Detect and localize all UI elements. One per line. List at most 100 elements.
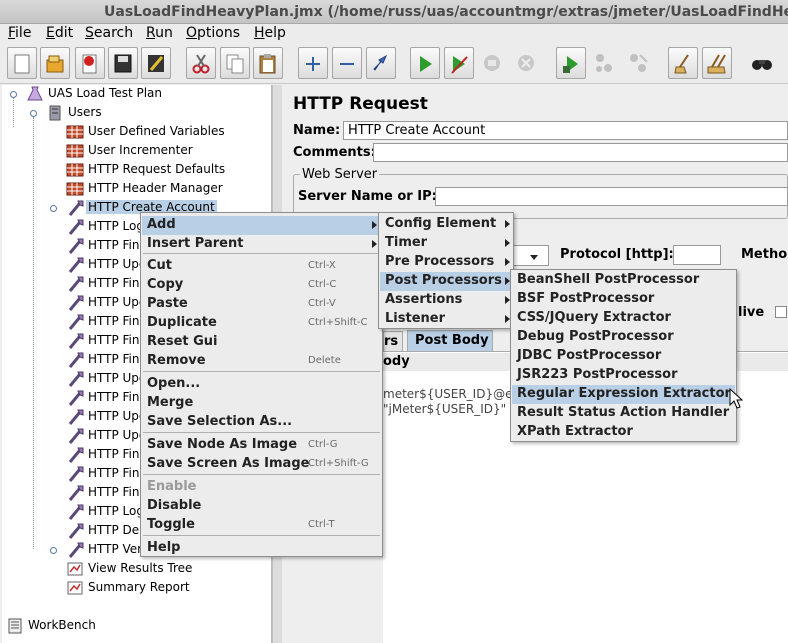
menu-item-disable[interactable]: Disable xyxy=(142,497,381,516)
submenu-item-post-processors[interactable]: Post Processors xyxy=(380,272,512,291)
submenu-item-xpath-extractor[interactable]: XPath Extractor xyxy=(512,423,735,442)
submenu-item-config-element[interactable]: Config Element xyxy=(380,215,512,234)
menu-run[interactable]: Run xyxy=(146,25,173,41)
submenu-item-css-jquery-extractor[interactable]: CSS/JQuery Extractor xyxy=(512,309,735,328)
search-button[interactable] xyxy=(746,47,776,79)
http-sampler-icon xyxy=(68,276,84,292)
menu-item-duplicate[interactable]: Duplicate Ctrl+Shift-C xyxy=(142,314,381,333)
submenu-item-debug-postprocessor[interactable]: Debug PostProcessor xyxy=(512,328,735,347)
menu-item-remove[interactable]: Remove Delete xyxy=(142,352,381,371)
new-button[interactable] xyxy=(7,47,37,79)
menu-file[interactable]: File xyxy=(8,25,31,41)
save-button[interactable] xyxy=(108,47,138,79)
remote-stop-button[interactable] xyxy=(590,47,620,79)
submenu-item-label: XPath Extractor xyxy=(517,424,633,439)
start-no-pause-button[interactable] xyxy=(444,47,474,79)
config-element-icon xyxy=(66,125,84,139)
remote-shutdown-button[interactable] xyxy=(624,47,654,79)
menu-options[interactable]: Options xyxy=(186,25,240,41)
comments-field[interactable] xyxy=(373,143,788,162)
menu-item-save-selection-as[interactable]: Save Selection As... xyxy=(142,413,381,432)
shutdown-icon xyxy=(518,55,534,71)
name-field[interactable]: HTTP Create Account xyxy=(343,121,788,140)
menu-item-save-node-as-image[interactable]: Save Node As Image Ctrl-G xyxy=(142,436,381,455)
submenu-item-label: Post Processors xyxy=(385,273,502,288)
stop-icon xyxy=(484,55,500,71)
tree-node-label: HTTP Upd xyxy=(88,428,147,442)
menu-item-label: Insert Parent xyxy=(147,236,244,251)
submenu-arrow-icon xyxy=(505,220,510,228)
menu-item-copy[interactable]: Copy Ctrl-C xyxy=(142,276,381,295)
start-button[interactable] xyxy=(410,47,440,79)
menu-item-help[interactable]: Help xyxy=(142,539,381,558)
server-field[interactable] xyxy=(435,187,788,206)
clear-icon xyxy=(674,54,689,74)
menu-item-cut[interactable]: Cut Ctrl-X xyxy=(142,257,381,276)
http-sampler-icon xyxy=(68,257,84,273)
tab-parameters-label: rs xyxy=(384,334,399,349)
collapse-all-button[interactable] xyxy=(332,47,362,79)
http-sampler-icon xyxy=(68,447,84,463)
mouse-cursor-icon xyxy=(729,388,743,409)
menu-item-paste[interactable]: Paste Ctrl-V xyxy=(142,295,381,314)
submenu-item-assertions[interactable]: Assertions xyxy=(380,291,512,310)
toolbar xyxy=(0,44,788,84)
menu-item-label: Toggle xyxy=(147,517,195,532)
submenu-item-bsf-postprocessor[interactable]: BSF PostProcessor xyxy=(512,290,735,309)
remote-start-button[interactable] xyxy=(556,47,586,79)
toggle-button[interactable] xyxy=(366,47,396,79)
tree-expand-toggle[interactable] xyxy=(30,110,37,117)
menu-item-merge[interactable]: Merge xyxy=(142,394,381,413)
cut-button[interactable] xyxy=(186,47,216,79)
submenu-item-regular-expression-extractor[interactable]: Regular Expression Extractor xyxy=(512,385,735,404)
menu-item-insert-parent[interactable]: Insert Parent xyxy=(142,235,381,254)
menu-item-label: Duplicate xyxy=(147,315,217,330)
clear-all-button[interactable] xyxy=(702,47,732,79)
submenu-item-listener[interactable]: Listener xyxy=(380,310,512,329)
tree-expand-toggle[interactable] xyxy=(50,547,57,554)
menu-item-open[interactable]: Open... xyxy=(142,375,381,394)
web-server-label: Web Server xyxy=(300,167,380,182)
copy-icon xyxy=(226,54,244,74)
keepalive-checkbox[interactable] xyxy=(775,306,787,318)
close-button[interactable] xyxy=(75,47,105,79)
menu-edit[interactable]: Edit xyxy=(46,25,73,41)
tree-node-label: HTTP Find xyxy=(88,333,148,347)
config-element-icon xyxy=(66,144,84,158)
copy-button[interactable] xyxy=(220,47,250,79)
tab-parameters[interactable]: rs xyxy=(383,331,403,351)
menu-item-toggle[interactable]: Toggle Ctrl-T xyxy=(142,516,381,535)
submenu-item-jdbc-postprocessor[interactable]: JDBC PostProcessor xyxy=(512,347,735,366)
open-button[interactable] xyxy=(40,47,70,79)
submenu-item-timer[interactable]: Timer xyxy=(380,234,512,253)
tree-node-label: WorkBench xyxy=(28,618,96,632)
tree-expand-toggle[interactable] xyxy=(50,205,57,212)
collapse-icon xyxy=(340,63,354,65)
tree-expand-toggle[interactable] xyxy=(10,91,17,98)
tab-post-body[interactable]: Post Body xyxy=(407,330,493,351)
edit-button[interactable] xyxy=(141,47,171,79)
stop-button[interactable] xyxy=(478,47,508,79)
protocol-field[interactable] xyxy=(673,245,721,265)
submenu-item-label: CSS/JQuery Extractor xyxy=(517,310,671,325)
submenu-item-result-status-action-handler[interactable]: Result Status Action Handler xyxy=(512,404,735,423)
expand-all-button[interactable] xyxy=(298,47,328,79)
shutdown-button[interactable] xyxy=(512,47,542,79)
submenu-item-label: BSF PostProcessor xyxy=(517,291,655,306)
menu-item-add[interactable]: Add xyxy=(142,216,381,235)
menu-search[interactable]: Search xyxy=(85,25,133,41)
menu-help[interactable]: Help xyxy=(254,25,286,41)
new-icon xyxy=(14,54,30,74)
start-icon xyxy=(420,56,432,72)
submenu-item-beanshell-postprocessor[interactable]: BeanShell PostProcessor xyxy=(512,271,735,290)
paste-button[interactable] xyxy=(253,47,283,79)
config-element-icon xyxy=(66,163,84,177)
menu-item-label: Enable xyxy=(147,479,197,494)
menu-item-save-screen-as-image[interactable]: Save Screen As Image Ctrl+Shift-G xyxy=(142,455,381,474)
submenu-item-label: Config Element xyxy=(385,216,497,231)
menu-item-reset-gui[interactable]: Reset Gui xyxy=(142,333,381,352)
clear-button[interactable] xyxy=(668,47,698,79)
submenu-item-label: Listener xyxy=(385,311,445,326)
submenu-item-pre-processors[interactable]: Pre Processors xyxy=(380,253,512,272)
submenu-item-jsr223-postprocessor[interactable]: JSR223 PostProcessor xyxy=(512,366,735,385)
